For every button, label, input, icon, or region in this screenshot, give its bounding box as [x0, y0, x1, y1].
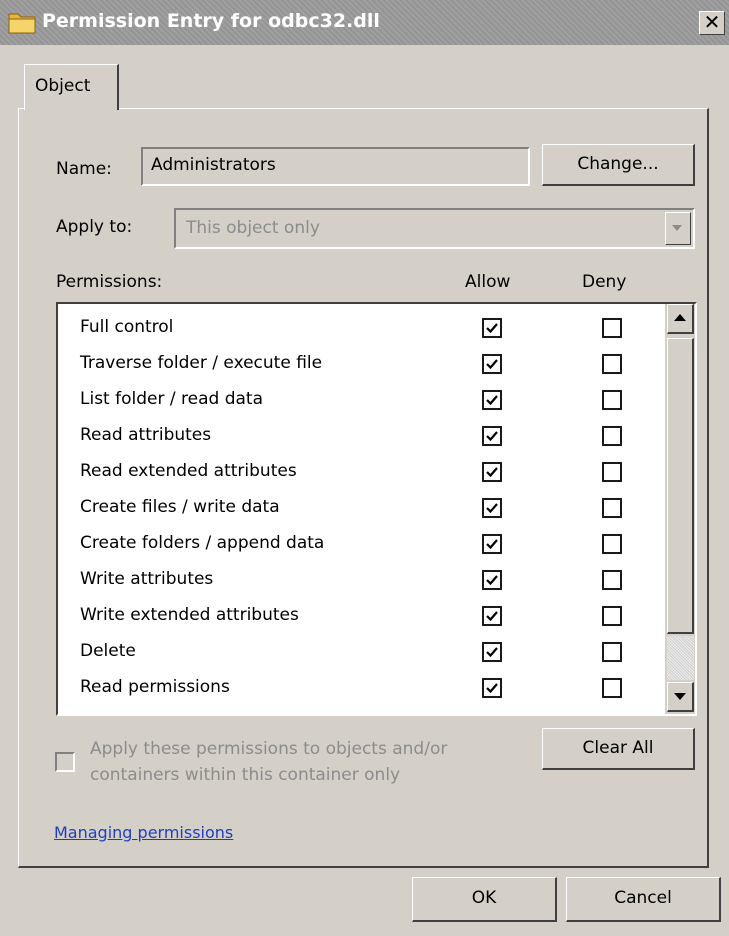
- permission-row: Traverse folder / execute file: [58, 346, 663, 382]
- managing-permissions-link[interactable]: Managing permissions: [54, 823, 233, 842]
- deny-checkbox[interactable]: [602, 354, 622, 374]
- close-button[interactable]: ✕: [699, 11, 725, 35]
- apply-to-value: This object only: [186, 218, 320, 238]
- name-field[interactable]: Administrators: [141, 147, 530, 186]
- allow-checkbox[interactable]: [482, 678, 502, 698]
- permission-label: Full control: [80, 317, 174, 337]
- deny-checkbox[interactable]: [602, 642, 622, 662]
- allow-checkbox[interactable]: [482, 390, 502, 410]
- apply-inherit-label: Apply these permissions to objects and/o…: [90, 736, 447, 788]
- permission-label: Traverse folder / execute file: [80, 353, 323, 373]
- allow-checkbox[interactable]: [482, 426, 502, 446]
- permission-row: Write extended attributes: [58, 598, 663, 634]
- deny-checkbox[interactable]: [602, 570, 622, 590]
- allow-checkbox[interactable]: [482, 462, 502, 482]
- deny-checkbox[interactable]: [602, 390, 622, 410]
- permission-row: Delete: [58, 634, 663, 670]
- tab-object-label: Object: [35, 76, 91, 96]
- title-bar[interactable]: Permission Entry for odbc32.dll ✕: [0, 0, 729, 45]
- close-icon: ✕: [703, 10, 721, 34]
- permission-row: Read extended attributes: [58, 454, 663, 490]
- deny-checkbox[interactable]: [602, 678, 622, 698]
- permission-label: Create folders / append data: [80, 533, 325, 553]
- scrollbar-thumb[interactable]: [667, 338, 694, 634]
- window-title: Permission Entry for odbc32.dll: [42, 10, 380, 32]
- permission-label: Write extended attributes: [80, 605, 299, 625]
- down-arrow-icon[interactable]: [667, 682, 694, 712]
- permission-row: Write attributes: [58, 562, 663, 598]
- deny-checkbox[interactable]: [602, 534, 622, 554]
- permission-label: Read permissions: [80, 677, 230, 697]
- tab-object[interactable]: Object: [24, 64, 119, 110]
- apply-inherit-line-1: Apply these permissions to objects and/o…: [90, 739, 448, 759]
- up-arrow-icon[interactable]: [667, 304, 694, 334]
- folder-icon: [8, 10, 36, 34]
- permission-entry-dialog: Permission Entry for odbc32.dll ✕ Object…: [0, 0, 729, 936]
- chevron-down-icon[interactable]: [665, 212, 691, 245]
- allow-checkbox[interactable]: [482, 570, 502, 590]
- permission-label: Write attributes: [80, 569, 214, 589]
- change-button[interactable]: Change...: [542, 144, 695, 186]
- deny-checkbox[interactable]: [602, 426, 622, 446]
- deny-header: Deny: [582, 272, 627, 292]
- apply-inherit-line-2: containers within this container only: [90, 765, 401, 785]
- apply-inherit-checkbox[interactable]: [55, 752, 75, 772]
- allow-checkbox[interactable]: [482, 606, 502, 626]
- ok-button[interactable]: OK: [412, 877, 557, 922]
- permission-row: Full control: [58, 310, 663, 346]
- permission-label: Create files / write data: [80, 497, 280, 517]
- permissions-list[interactable]: Full control Traverse folder / execute fi…: [56, 302, 697, 716]
- deny-checkbox[interactable]: [602, 606, 622, 626]
- allow-checkbox[interactable]: [482, 498, 502, 518]
- permission-label: Delete: [80, 641, 136, 661]
- permission-label: Read extended attributes: [80, 461, 297, 481]
- permission-row: Read permissions: [58, 670, 663, 706]
- deny-checkbox[interactable]: [602, 462, 622, 482]
- apply-to-label: Apply to:: [56, 217, 133, 237]
- allow-checkbox[interactable]: [482, 534, 502, 554]
- allow-checkbox[interactable]: [482, 318, 502, 338]
- permission-label: Read attributes: [80, 425, 212, 445]
- permission-label: List folder / read data: [80, 389, 263, 409]
- cancel-button[interactable]: Cancel: [566, 877, 721, 922]
- permission-row: Create folders / append data: [58, 526, 663, 562]
- permissions-label: Permissions:: [56, 272, 163, 292]
- apply-to-select[interactable]: This object only: [174, 208, 695, 249]
- allow-header: Allow: [465, 272, 511, 292]
- permission-row: Read attributes: [58, 418, 663, 454]
- allow-checkbox[interactable]: [482, 642, 502, 662]
- allow-checkbox[interactable]: [482, 354, 502, 374]
- scrollbar-track[interactable]: [667, 636, 694, 680]
- clear-all-button[interactable]: Clear All: [542, 728, 695, 770]
- deny-checkbox[interactable]: [602, 498, 622, 518]
- permission-row: Create files / write data: [58, 490, 663, 526]
- permission-row: List folder / read data: [58, 382, 663, 418]
- deny-checkbox[interactable]: [602, 318, 622, 338]
- name-label: Name:: [56, 159, 112, 179]
- vertical-scrollbar[interactable]: [665, 304, 695, 714]
